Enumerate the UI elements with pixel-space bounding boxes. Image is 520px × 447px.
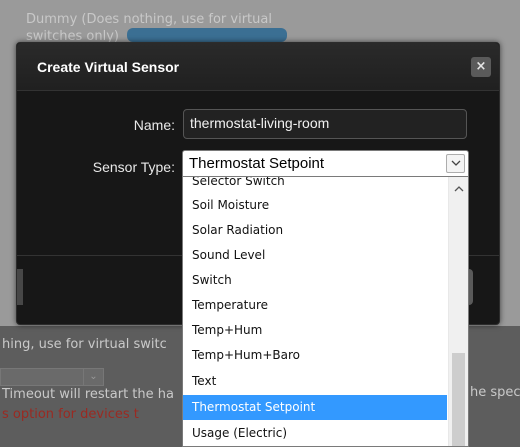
background-line-timeout: Timeout will restart the ha — [2, 387, 174, 402]
dropdown-scrollbar[interactable] — [448, 177, 468, 446]
sensor-type-dropdown-list: Selector Switch Soil Moisture Solar Radi… — [182, 177, 469, 447]
name-input[interactable]: thermostat-living-room — [183, 109, 467, 139]
background-line-virtual: hing, use for virtual switc — [2, 337, 167, 352]
scrollbar-thumb[interactable] — [452, 353, 465, 446]
dropdown-option[interactable]: Temp+Hum — [183, 318, 447, 343]
dropdown-option[interactable]: Temperature — [183, 293, 447, 318]
dropdown-option-selected[interactable]: Thermostat Setpoint — [183, 395, 447, 420]
chevron-up-icon — [454, 186, 464, 192]
background-line-option: s option for devices t — [2, 407, 139, 422]
dropdown-option[interactable]: Temp+Hum+Baro — [183, 343, 447, 368]
background-select: ⌄ — [0, 368, 104, 386]
footer-button-left[interactable] — [17, 269, 23, 305]
scroll-up-button[interactable] — [449, 181, 468, 197]
background-description: Dummy (Does nothing, use for virtual swi… — [26, 12, 296, 45]
sensor-type-select[interactable]: Thermostat Setpoint — [182, 150, 469, 177]
dropdown-option[interactable]: Text — [183, 369, 447, 394]
dialog-title: Create Virtual Sensor — [37, 59, 180, 75]
chevron-down-icon — [451, 160, 461, 166]
close-button[interactable]: × — [471, 57, 491, 77]
dropdown-option[interactable]: Sound Level — [183, 243, 447, 268]
dropdown-option[interactable]: Solar Radiation — [183, 218, 447, 243]
close-icon: × — [475, 59, 487, 74]
select-dropdown-button[interactable] — [446, 154, 465, 173]
dropdown-option[interactable]: Usage (Electric) — [183, 421, 447, 446]
dropdown-option[interactable]: Selector Switch — [183, 177, 447, 186]
name-label: Name: — [133, 117, 175, 133]
chevron-down-icon: ⌄ — [83, 369, 103, 385]
dropdown-option[interactable]: Soil Moisture — [183, 193, 447, 218]
background-pill-button — [127, 28, 288, 42]
sensor-type-selected-value: Thermostat Setpoint — [189, 155, 325, 172]
background-right-text: he spec — [470, 385, 520, 400]
sensor-type-label: Sensor Type: — [92, 159, 175, 175]
dialog-header: Create Virtual Sensor × — [17, 43, 499, 91]
dropdown-option[interactable]: Switch — [183, 268, 447, 293]
background-line-1: Dummy (Does nothing, use for virtual — [26, 12, 272, 27]
